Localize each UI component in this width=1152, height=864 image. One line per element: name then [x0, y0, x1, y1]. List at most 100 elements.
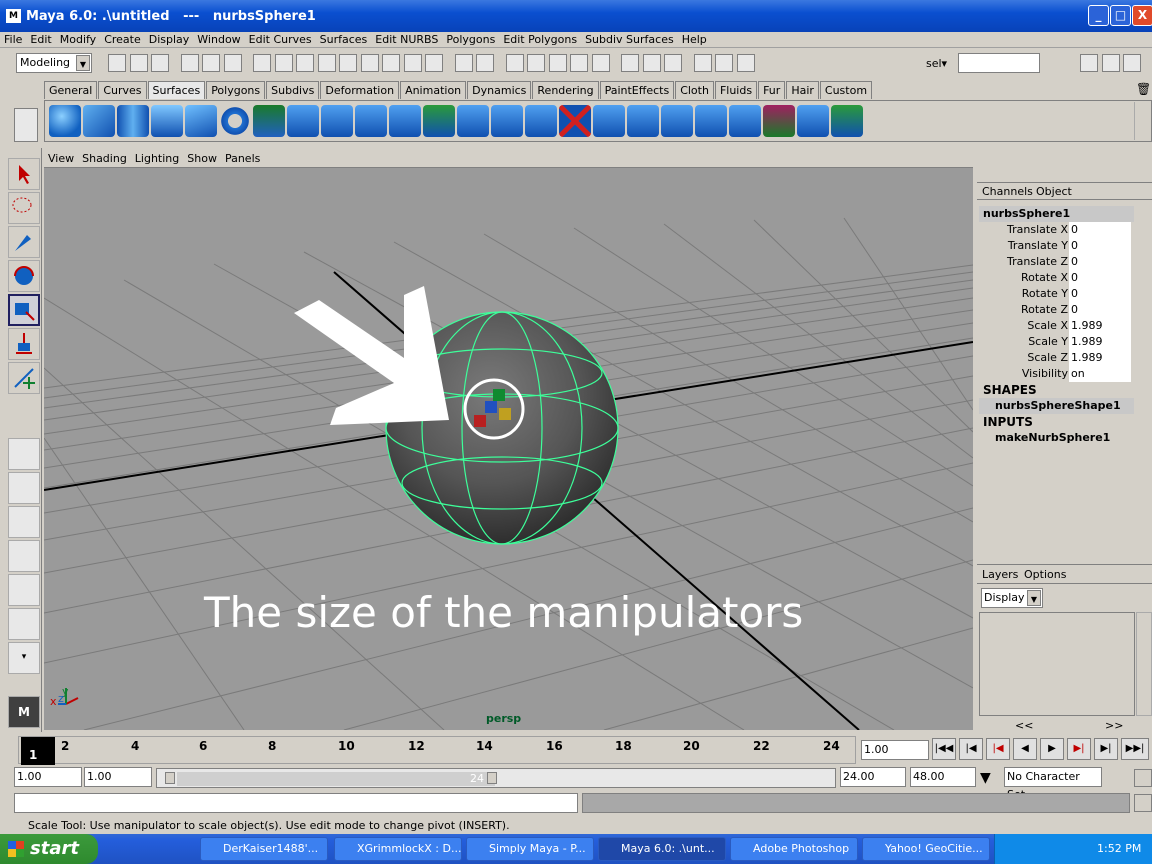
channel-box-icon[interactable] — [1123, 54, 1141, 72]
highlight-icon[interactable] — [476, 54, 494, 72]
maximize-button[interactable]: □ — [1110, 5, 1131, 26]
mel-input[interactable] — [14, 793, 578, 813]
quick-launch[interactable] — [106, 840, 190, 858]
align-icon[interactable] — [695, 105, 727, 137]
nurbs-sphere-icon[interactable] — [49, 105, 81, 137]
revolve-icon[interactable] — [253, 105, 285, 137]
manipulator-tool-icon[interactable] — [8, 328, 40, 360]
select-component-icon[interactable] — [223, 54, 242, 72]
menu-modify[interactable]: Modify — [56, 32, 100, 48]
menu-help[interactable]: Help — [678, 32, 711, 48]
planar-icon[interactable] — [321, 105, 353, 137]
channel-value[interactable]: 0 — [1069, 302, 1131, 318]
character-set-field[interactable]: No Character Set — [1004, 767, 1102, 801]
nurbs-cylinder-icon[interactable] — [117, 105, 149, 137]
object-name[interactable]: nurbsSphere1 — [979, 206, 1134, 222]
bevel-icon[interactable] — [491, 105, 523, 137]
playback-start-field[interactable]: 1.00 — [84, 767, 152, 787]
layout-menu-button[interactable]: ▾ — [8, 642, 40, 674]
shelf-tab-animation[interactable]: Animation — [400, 81, 467, 99]
chevron-down-icon[interactable]: ▼ — [980, 770, 991, 786]
save-scene-icon[interactable] — [151, 54, 169, 72]
render-globals-icon[interactable] — [736, 54, 755, 72]
scale-handle-z-icon[interactable] — [485, 401, 497, 413]
shelf-tab-fluids[interactable]: Fluids — [714, 81, 758, 99]
playback-end-field[interactable]: 24.00 — [840, 767, 906, 787]
menu-create[interactable]: Create — [100, 32, 145, 48]
channel-row[interactable]: Visibility on — [977, 366, 1134, 382]
help-icon[interactable] — [425, 54, 443, 72]
taskbar-item[interactable]: DerKaiser1488'... — [200, 837, 328, 861]
insert-isoparm-icon[interactable] — [763, 105, 795, 137]
curve-icon[interactable] — [317, 54, 336, 72]
animation-prefs-icon[interactable] — [1134, 769, 1152, 787]
snap-grid-icon[interactable] — [505, 54, 524, 72]
construction-history-icon[interactable] — [664, 54, 682, 72]
hypershade-layout-icon[interactable] — [8, 574, 40, 606]
channel-value[interactable]: on — [1069, 366, 1131, 382]
start-button[interactable]: start — [0, 834, 98, 864]
snap-plane-icon[interactable] — [570, 54, 588, 72]
channel-row[interactable]: Scale X 1.989 — [977, 318, 1134, 334]
scale-tool-icon[interactable] — [8, 294, 40, 326]
scale-handle-center-icon[interactable] — [499, 408, 511, 420]
outliner-persp-layout-icon[interactable] — [8, 506, 40, 538]
end-time-field[interactable]: 48.00 — [910, 767, 976, 787]
layers-menu[interactable]: Layers — [982, 568, 1018, 581]
channelbox-tab-object[interactable]: Object — [1036, 185, 1072, 198]
detach-icon[interactable] — [661, 105, 693, 137]
menu-edit[interactable]: Edit — [26, 32, 55, 48]
ipr-render-icon[interactable] — [715, 54, 733, 72]
shelf-tab-curves[interactable]: Curves — [98, 81, 147, 99]
shelf-tab-polygons[interactable]: Polygons — [206, 81, 266, 99]
vp-menu-shading[interactable]: Shading — [78, 150, 131, 168]
channelbox-layout-icons[interactable] — [979, 156, 1039, 174]
vp-menu-lighting[interactable]: Lighting — [131, 150, 183, 168]
taskbar-item[interactable]: Adobe Photoshop — [730, 837, 858, 861]
nurbs-cone-icon[interactable] — [151, 105, 183, 137]
shelf-menu-button[interactable] — [14, 108, 38, 142]
outliner-graph-layout-icon[interactable] — [8, 608, 40, 640]
surface-icon[interactable] — [339, 54, 357, 72]
channel-row[interactable]: Rotate Y0 — [977, 286, 1134, 302]
channel-value[interactable]: 1.989 — [1069, 350, 1131, 366]
extrude-icon[interactable] — [355, 105, 387, 137]
loft-icon[interactable] — [287, 105, 319, 137]
menu-display[interactable]: Display — [145, 32, 194, 48]
close-button[interactable]: X — [1132, 5, 1152, 26]
open-close-icon[interactable] — [729, 105, 761, 137]
shelf-tab-dynamics[interactable]: Dynamics — [467, 81, 532, 99]
menu-polygons[interactable]: Polygons — [442, 32, 499, 48]
step-back-key-icon[interactable]: |◀ — [959, 738, 983, 760]
channel-value[interactable]: 0 — [1069, 222, 1131, 238]
channel-row[interactable]: Scale Y 1.989 — [977, 334, 1134, 350]
vp-menu-show[interactable]: Show — [183, 150, 221, 168]
attach-icon[interactable] — [627, 105, 659, 137]
attribute-editor-icon[interactable] — [1080, 54, 1098, 72]
boundary-icon[interactable] — [423, 105, 455, 137]
shelf-tab-general[interactable]: General — [44, 81, 98, 99]
deform-icon[interactable] — [360, 54, 379, 72]
shelf-tab-rendering[interactable]: Rendering — [532, 81, 599, 99]
menu-edit-polygons[interactable]: Edit Polygons — [499, 32, 581, 48]
taskbar-item[interactable]: XGrimmlockX : D... — [334, 837, 462, 861]
trim-icon[interactable] — [559, 105, 591, 137]
output-ops-icon[interactable] — [642, 54, 661, 72]
range-fill[interactable] — [177, 772, 495, 786]
shelf-tab-cloth[interactable]: Cloth — [675, 81, 714, 99]
show-manipulator-tool-icon[interactable] — [8, 362, 40, 394]
rebuild-icon[interactable] — [797, 105, 829, 137]
new-layer-icon[interactable] — [1129, 588, 1149, 608]
menu-window[interactable]: Window — [193, 32, 244, 48]
channel-row[interactable]: Translate X0 — [977, 222, 1134, 238]
timeline-track[interactable]: 1 2 4 6 8 10 12 14 16 18 20 22 24 — [18, 736, 856, 765]
channel-value[interactable]: 0 — [1069, 286, 1131, 302]
layer-list[interactable] — [979, 612, 1135, 716]
handle-icon[interactable] — [274, 54, 293, 72]
square-surface-icon[interactable] — [457, 105, 489, 137]
perspective-viewport[interactable]: View Shading Lighting Show Panels x y z … — [44, 150, 973, 730]
shelf-tab-subdivs[interactable]: Subdivs — [266, 81, 320, 99]
current-time-field[interactable]: 1.00 — [861, 740, 929, 760]
options-menu[interactable]: Options — [1024, 568, 1066, 581]
render-view-icon[interactable] — [693, 54, 712, 72]
